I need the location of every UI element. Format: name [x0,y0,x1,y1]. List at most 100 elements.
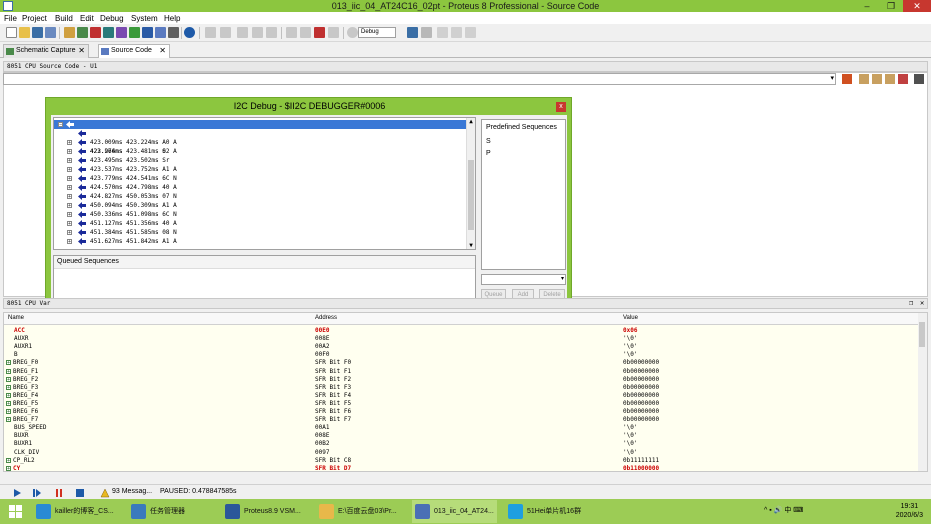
notes-icon[interactable] [168,27,179,38]
table-row[interactable]: + BREG_F3 SFR Bit F3 0b00000000 [4,384,919,392]
menu-debug[interactable]: Debug [100,14,124,23]
table-row[interactable]: BUXR 008E '\0' [4,432,919,440]
config-icon[interactable] [347,27,358,38]
windows-start-icon[interactable] [9,505,22,518]
stop-build-icon[interactable] [314,27,325,38]
i2c-transaction-tree[interactable]: − 422.974ms 452.052ms S A0 A 02 A Sr A1 … [53,117,476,250]
table-row[interactable]: + BREG_F0 SFR Bit F0 0b00000000 [4,359,919,367]
taskbar-item-qq[interactable]: 51Hei单片机16群 [505,500,591,523]
find-next-icon[interactable] [300,27,311,38]
find-icon[interactable] [286,27,297,38]
column-address[interactable]: Address [315,313,337,324]
column-value[interactable]: Value [623,313,638,324]
close-icon[interactable]: ✕ [78,45,85,57]
table-row[interactable]: B 00F0 '\0' [4,351,919,359]
redo-icon[interactable] [421,27,432,38]
tree-scrollbar[interactable]: ▲ ▼ [466,118,475,249]
taskbar-item-task-manager[interactable]: 任务管理器 [128,500,210,523]
bookmark-icon[interactable] [437,27,448,38]
expand-icon[interactable]: + [6,384,11,390]
system-tray[interactable]: ^ ▪ 🔊 中 ⌨ [764,505,803,515]
table-row[interactable]: CLK_DIV 0097 '\0' [4,449,919,457]
gerber-icon[interactable] [103,27,114,38]
scroll-thumb[interactable] [468,160,474,230]
expand-icon[interactable]: + [6,376,11,382]
play-icon[interactable] [12,488,22,498]
step-over-icon[interactable] [859,74,869,84]
expand-icon[interactable]: + [6,360,11,366]
taskbar-item-explorer[interactable]: E:\百度云盘03\Pr... [316,500,402,523]
scroll-thumb[interactable] [919,322,925,347]
stop-icon[interactable] [75,488,85,498]
predefined-item-s[interactable]: S [486,138,491,145]
step-icon[interactable] [32,488,42,498]
expand-icon[interactable]: + [6,457,11,463]
table-row[interactable]: + BREG_F5 SFR Bit F5 0b00000000 [4,400,919,408]
expand-icon[interactable]: + [6,400,11,406]
message-count[interactable]: 93 Messag... [112,488,152,495]
close-window-button[interactable]: ✕ [903,0,931,12]
menu-project[interactable]: Project [22,14,47,23]
new-file-icon[interactable] [6,27,17,38]
restore-button[interactable]: ❐ [879,0,903,12]
scroll-up-icon[interactable]: ▲ [467,118,475,125]
close-icon[interactable]: ✕ [920,299,924,308]
menu-file[interactable]: File [4,14,17,23]
run-to-cursor-icon[interactable] [898,74,908,84]
expand-icon[interactable]: + [67,140,72,146]
clock[interactable]: 19:31 2020/6/3 [896,502,923,520]
table-row[interactable]: + BREG_F1 SFR Bit F1 0b00000000 [4,368,919,376]
source-file-select[interactable]: ▾ [3,73,836,85]
table-row[interactable]: + BREG_F2 SFR Bit F2 0b00000000 [4,376,919,384]
table-row[interactable]: AUXR 008E '\0' [4,335,919,343]
collapse-icon[interactable]: − [58,122,63,128]
copy-icon[interactable] [237,27,248,38]
table-row[interactable]: + BREG_F7 SFR Bit F7 0b00000000 [4,416,919,424]
taskbar-item-word[interactable]: Proteus8.9 VSM... [222,500,308,523]
cpu-variables-table[interactable]: Name Address Value ACC 00E0 0x06 AUXR 008E '\… [3,312,928,472]
open-folder-icon[interactable] [19,27,30,38]
taskbar-item-proteus[interactable]: 013_iic_04_AT24... [412,500,497,523]
restore-panel-icon[interactable]: ❐ [909,299,913,308]
home-icon[interactable] [64,27,75,38]
table-scrollbar[interactable] [918,313,927,471]
print-icon[interactable] [266,27,277,38]
tab-source-code[interactable]: Source Code ✕ [98,44,170,58]
expand-icon[interactable]: + [6,417,11,423]
bookmark-clear-icon[interactable] [465,27,476,38]
bom-icon[interactable] [129,27,140,38]
expand-icon[interactable]: + [67,149,72,155]
queued-sequences-panel[interactable]: Queued Sequences [53,255,476,302]
save-all-icon[interactable] [45,27,56,38]
expand-icon[interactable]: + [67,185,72,191]
step-out-icon[interactable] [885,74,895,84]
scroll-down-icon[interactable]: ▼ [467,242,475,249]
table-row[interactable]: + BREG_F6 SFR Bit F6 0b00000000 [4,408,919,416]
close-icon[interactable]: ✕ [159,45,166,57]
expand-icon[interactable]: + [6,368,11,374]
design-explorer-icon[interactable] [142,27,153,38]
expand-icon[interactable]: + [67,230,72,236]
table-row[interactable]: BUXR1 00B2 '\0' [4,440,919,448]
tab-schematic-capture[interactable]: Schematic Capture ✕ [3,44,89,58]
expand-icon[interactable]: + [67,176,72,182]
source-code-icon[interactable] [155,27,166,38]
step-into-icon[interactable] [872,74,882,84]
sequence-select[interactable]: ▾ [481,274,566,285]
help-icon[interactable] [184,27,195,38]
undo-icon[interactable] [407,27,418,38]
expand-icon[interactable]: + [67,203,72,209]
predefined-item-p[interactable]: P [486,150,491,157]
tree-row[interactable]: 422.974ms S [54,129,166,155]
3d-icon[interactable] [116,27,127,38]
menu-build[interactable]: Build [55,14,73,23]
menu-edit[interactable]: Edit [80,14,94,23]
taskbar-item-browser[interactable]: kailler的博客_CS... [33,500,121,523]
table-row[interactable]: BUS_SPEED 00A1 '\0' [4,424,919,432]
table-row[interactable]: AUXR1 00A2 '\0' [4,343,919,351]
table-row[interactable]: + CY SFR Bit D7 0b11000000 [4,465,919,471]
table-row[interactable]: + CP_RL2 SFR Bit C8 0b11111111 [4,457,919,465]
expand-icon[interactable]: + [67,239,72,245]
predefined-sequences-panel[interactable]: Predefined Sequences S P [481,119,566,270]
menu-system[interactable]: System [131,14,158,23]
